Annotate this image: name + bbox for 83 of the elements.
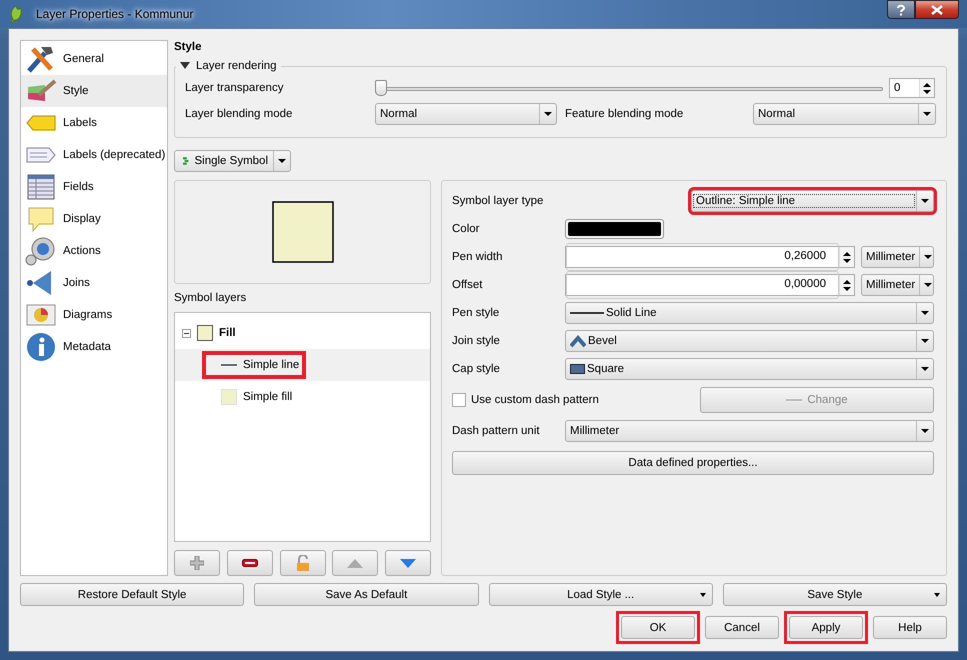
down-triangle-icon [400,558,416,568]
data-defined-button[interactable]: Data defined properties... [452,451,934,475]
field-label: Dash pattern unit [452,425,541,437]
renderer-dropdown[interactable]: Single Symbol [174,150,291,172]
style-button[interactable]: Load Style ... [488,583,713,606]
add-button[interactable] [174,550,220,576]
tree-item[interactable]: Fill [219,327,236,339]
sidebar-item[interactable]: Style [21,75,167,107]
section-label: Symbol layers [174,292,248,306]
checkbox[interactable] [452,393,466,407]
field-label: Layer blending mode [185,108,294,120]
sidebar-item[interactable]: Fields [21,171,167,203]
sidebar-item[interactable]: Display [21,203,167,235]
line-icon [786,399,802,401]
section-title: Style [174,40,202,55]
leaf-icon [8,5,24,23]
spin-field[interactable]: 0,00000 [565,274,855,296]
line-icon [570,311,604,315]
remove-button[interactable] [226,550,273,576]
lock-button[interactable] [280,550,326,576]
field-label: Offset [452,279,484,291]
dialog-button[interactable]: Cancel [705,616,779,639]
up-triangle-icon [347,558,364,568]
slider-thumb[interactable] [375,80,387,96]
help-button[interactable] [887,0,915,19]
style-button[interactable]: Restore Default Style [20,583,244,606]
move-up-button[interactable] [332,550,378,576]
dropdown[interactable]: Square [565,358,934,380]
dropdown[interactable]: Normal [753,103,936,125]
field-label: Pen width [452,251,504,263]
sidebar-item[interactable]: Joins [21,267,167,299]
dropdown[interactable]: Bevel [565,330,934,352]
group-title: Layer rendering [196,60,277,72]
padlock-icon [296,555,310,571]
help-icon [896,4,906,16]
field-label: Cap style [452,363,501,375]
sidebar-item[interactable]: Labels (deprecated) [21,139,167,171]
field-label: Symbol layer type [452,195,544,207]
move-down-button[interactable] [385,550,431,576]
chevron-icon [570,334,586,348]
field-label: Layer transparency [185,82,284,94]
sidebar-item[interactable]: Labels [21,107,167,139]
plus-icon [190,556,204,570]
field-label: Join style [452,335,501,347]
sidebar-item[interactable]: Metadata [21,331,167,363]
tree-row[interactable]: Simple fill [175,381,430,413]
dropdown[interactable]: Millimeter [565,420,934,442]
collapse-icon[interactable] [182,328,191,338]
sidebar-item[interactable]: Actions [21,235,167,267]
spin-field[interactable]: 0,26000 [565,246,855,268]
window-title: Layer Properties - Kommunur [35,7,194,21]
dropdown[interactable]: Normal [375,103,557,125]
minus-icon [242,559,258,567]
style-button[interactable]: Save As Default [254,583,478,606]
spin-field[interactable]: 0 [889,78,935,98]
unit-dropdown[interactable]: Millimeter [861,246,934,268]
symbol-tree-icon [183,154,190,168]
style-button[interactable]: Save Style [722,583,947,606]
tree-item[interactable]: Simple line [203,352,306,378]
info-icon [25,331,57,363]
dialog-button[interactable]: Help [873,616,947,639]
field-label: Color [452,223,480,235]
line-icon [221,363,237,367]
unit-dropdown[interactable]: Millimeter [861,274,934,296]
field-label: Pen style [452,307,500,319]
field-label: Feature blending mode [564,108,684,120]
fill-swatch-icon [197,325,213,341]
dialog-button[interactable]: Apply [789,616,863,639]
dropdown[interactable]: Solid Line [565,302,934,324]
transparency-slider[interactable] [375,80,883,96]
dialog-button[interactable]: OK [621,616,695,639]
tree-item[interactable]: Simple fill [203,384,298,410]
sidebar-item[interactable]: General [21,43,167,75]
sidebar-item[interactable]: Diagrams [21,299,167,331]
close-icon [931,4,943,14]
checkbox-label: Use custom dash pattern [471,394,599,406]
close-button[interactable] [915,0,959,19]
expand-triangle-icon[interactable] [180,62,190,70]
fill-swatch-icon [221,389,237,405]
dropdown[interactable]: Outline: Simple line [691,190,934,212]
fill-swatch-icon [272,201,334,263]
rectangle-icon [570,364,585,374]
tree-row[interactable]: Simple line [175,349,430,381]
